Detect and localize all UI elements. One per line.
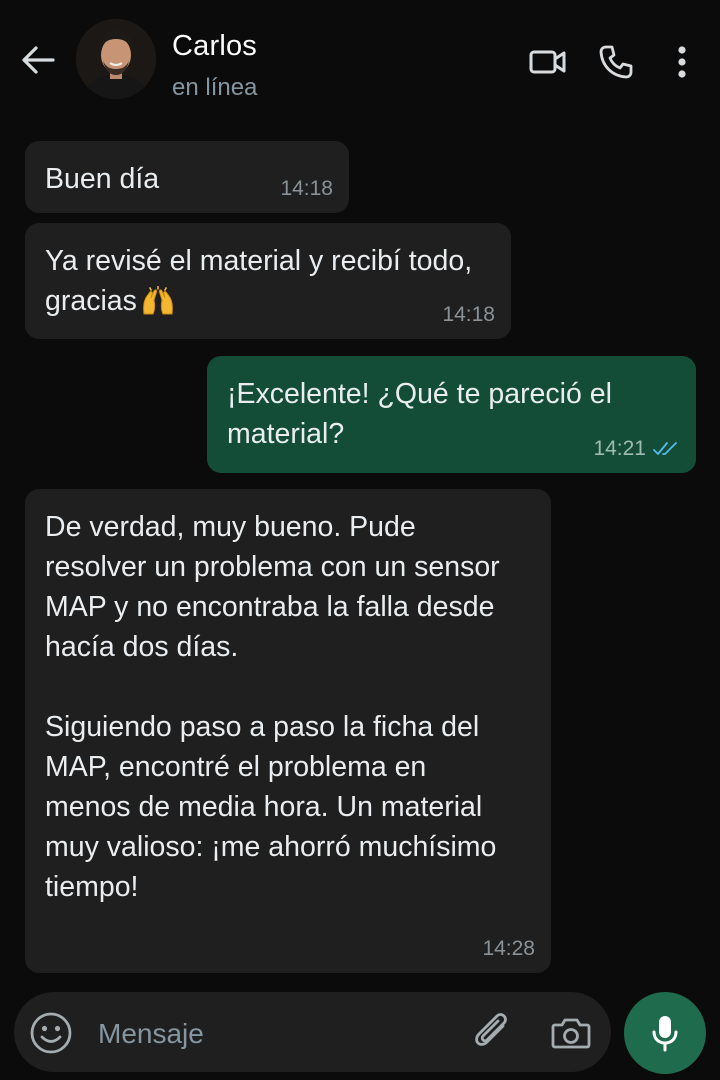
message-time-wrap: 14:28 [482,937,535,961]
message-incoming[interactable]: Ya revisé el material y recibí todo, gra… [25,223,511,339]
message-input[interactable] [96,1010,460,1058]
message-time: 14:28 [482,937,535,960]
message-time: 14:18 [442,303,495,326]
microphone-icon [652,1016,678,1052]
contact-status: en línea [172,74,258,101]
camera-button[interactable] [548,1010,594,1056]
arrow-back-icon [22,46,55,74]
video-call-button[interactable] [526,40,570,84]
read-receipt-icon [653,442,677,455]
message-composer [14,992,611,1072]
attach-button[interactable] [470,1010,516,1056]
voice-message-button[interactable] [624,992,706,1074]
more-options-button[interactable] [660,40,704,84]
video-call-icon [529,50,566,74]
contact-name[interactable]: Carlos [172,30,257,63]
chat-header: Carlos en línea [0,0,720,125]
message-text: De verdad, muy bueno. Pude resolver un p… [45,511,500,903]
phone-icon [599,45,633,79]
emoji-button[interactable] [28,1010,74,1056]
back-button[interactable] [18,40,58,80]
camera-icon [551,1018,591,1049]
message-outgoing[interactable]: ¡Excelente! ¿Qué te pareció el material?… [207,356,696,473]
message-time-wrap: 14:21 [593,437,680,461]
message-text: Ya revisé el material y recibí todo, gra… [45,245,473,317]
message-time: 14:21 [593,437,646,460]
more-vertical-icon [678,46,686,78]
message-time: 14:18 [280,177,333,200]
emoji-icon [30,1012,72,1054]
message-incoming[interactable]: Buen día 14:18 [25,141,349,213]
paperclip-icon [475,1013,507,1046]
raising-hands-emoji [143,286,173,315]
message-time-wrap: 14:18 [442,303,495,327]
voice-call-button[interactable] [594,40,638,84]
avatar[interactable] [76,19,156,99]
message-text-wrap: Ya revisé el material y recibí todo, gra… [45,241,491,321]
avatar-photo [76,19,156,99]
message-time-wrap: 14:18 [280,177,333,201]
message-incoming[interactable]: De verdad, muy bueno. Pude resolver un p… [25,489,551,973]
